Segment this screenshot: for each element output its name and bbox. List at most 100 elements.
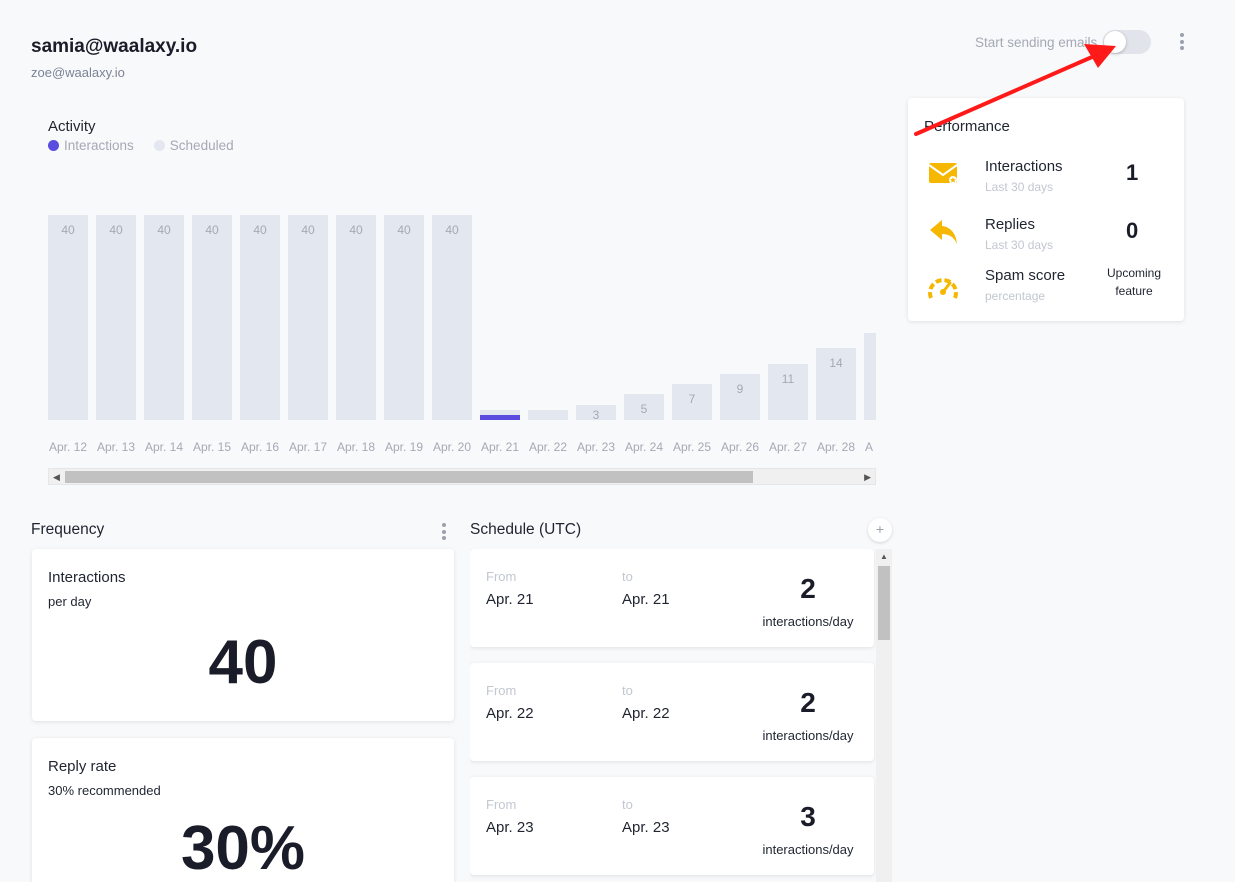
- schedule-item[interactable]: From Apr. 23 to Apr. 23 3 interactions/d…: [470, 777, 874, 875]
- perf-upcoming: Upcoming feature: [1106, 266, 1162, 298]
- x-tick-label: Apr. 19: [385, 440, 424, 454]
- interaction-count: 3: [800, 801, 816, 832]
- bar-data-label: 40: [445, 223, 459, 237]
- x-tick-label: Apr. 15: [193, 440, 232, 454]
- x-tick-label: Apr. 28: [817, 440, 856, 454]
- bar-column[interactable]: 14: [816, 215, 856, 420]
- bar-column[interactable]: 40: [48, 215, 88, 420]
- page-more-icon[interactable]: [1180, 33, 1184, 50]
- schedule-title: Schedule (UTC): [470, 521, 582, 538]
- frequency-card-reply-rate[interactable]: Reply rate 30% recommended 30%: [32, 738, 454, 882]
- perf-sub: Last 30 days: [985, 238, 1054, 252]
- x-tick-label: Apr. 16: [241, 440, 280, 454]
- to-value: Apr. 22: [622, 705, 670, 722]
- bar-scheduled: [336, 215, 376, 420]
- from-label: From: [486, 797, 517, 812]
- bar-column[interactable]: [480, 215, 520, 420]
- bar-column[interactable]: 40: [336, 215, 376, 420]
- account-email: samia@waalaxy.io: [31, 36, 198, 57]
- bar-data-label: 40: [205, 223, 219, 237]
- card-title: Interactions: [48, 569, 126, 586]
- bar-scheduled: [288, 215, 328, 420]
- bar-column[interactable]: 40: [96, 215, 136, 420]
- x-tick-label: Apr. 21: [481, 440, 520, 454]
- x-tick-label: Apr. 18: [337, 440, 376, 454]
- to-label: to: [622, 797, 633, 812]
- bar-column[interactable]: 40: [288, 215, 328, 420]
- add-schedule-button[interactable]: +: [868, 518, 892, 542]
- from-value: Apr. 22: [486, 705, 534, 722]
- to-value: Apr. 21: [622, 591, 670, 608]
- to-label: to: [622, 683, 633, 698]
- bar-data-label: 9: [736, 381, 744, 396]
- from-label: From: [486, 683, 517, 698]
- interaction-count: 2: [800, 573, 816, 604]
- perf-label: Interactions: [985, 158, 1063, 175]
- schedule-list: From Apr. 21 to Apr. 21 2 interactions/d…: [470, 549, 892, 882]
- bar-data-label: 40: [157, 223, 171, 237]
- x-tick-label: Apr. 12: [49, 440, 88, 454]
- perf-label: Replies: [985, 216, 1036, 233]
- card-title: Reply rate: [48, 758, 117, 775]
- bar-scheduled: [384, 215, 424, 420]
- mail-star-icon: [928, 163, 958, 184]
- scrollbar-thumb[interactable]: [878, 566, 890, 640]
- scrollbar-thumb[interactable]: [65, 471, 753, 483]
- schedule-item[interactable]: From Apr. 21 to Apr. 21 2 interactions/d…: [470, 549, 874, 647]
- bar-data-label: 40: [301, 223, 315, 237]
- count-unit: interactions/day: [762, 842, 854, 857]
- frequency-card-interactions[interactable]: Interactions per day 40: [32, 549, 454, 721]
- chart-horizontal-scrollbar[interactable]: ◀ ▶: [48, 468, 876, 485]
- bar-column[interactable]: 40: [144, 215, 184, 420]
- bar-scheduled: [432, 215, 472, 420]
- activity-title: Activity: [48, 118, 96, 135]
- bar-column[interactable]: 9: [720, 215, 760, 420]
- perf-sub: percentage: [985, 289, 1046, 303]
- bar-data-label: 11: [781, 371, 795, 386]
- bar-scheduled: [48, 215, 88, 420]
- bar-data-label: 40: [61, 223, 75, 237]
- bar-scheduled: [96, 215, 136, 420]
- bar-data-label: 14: [829, 356, 843, 371]
- bar-scheduled: [720, 373, 760, 420]
- bar-column[interactable]: 3: [576, 215, 616, 422]
- from-label: From: [486, 569, 517, 584]
- bar-interactions: [480, 414, 520, 420]
- bar-column[interactable]: 40: [432, 215, 472, 420]
- scroll-right-icon[interactable]: ▶: [864, 472, 871, 483]
- schedule-item[interactable]: From Apr. 22 to Apr. 22 2 interactions/d…: [470, 663, 874, 761]
- scroll-left-icon[interactable]: ◀: [53, 472, 60, 483]
- start-sending-toggle-group: Start sending emails: [975, 30, 1152, 54]
- x-tick-label: Apr. 14: [145, 440, 184, 454]
- speedometer-icon: [928, 278, 958, 299]
- perf-row-interactions: Interactions Last 30 days 1: [908, 158, 1184, 208]
- bar-column[interactable]: 5: [624, 215, 664, 420]
- bar-column[interactable]: 11: [768, 215, 808, 420]
- count-unit: interactions/day: [762, 728, 854, 743]
- bar-data-label: 40: [397, 223, 411, 237]
- to-value: Apr. 23: [622, 819, 670, 836]
- performance-title: Performance: [924, 118, 1010, 135]
- bar-scheduled: [192, 215, 232, 420]
- schedule-vertical-scrollbar[interactable]: ▲: [876, 549, 892, 882]
- bar-column[interactable]: 7: [672, 215, 712, 420]
- x-tick-label: Apr. 27: [769, 440, 808, 454]
- from-value: Apr. 21: [486, 591, 534, 608]
- bar-column[interactable]: [528, 215, 568, 420]
- bar-column[interactable]: 40: [240, 215, 280, 420]
- interaction-count: 2: [800, 687, 816, 718]
- frequency-more-icon[interactable]: [442, 523, 446, 540]
- card-value: 30%: [180, 814, 306, 882]
- bar-data-label: 5: [640, 402, 648, 417]
- bar-column[interactable]: 40: [384, 215, 424, 420]
- x-tick-label: Apr. 24: [625, 440, 664, 454]
- account-sub-email: zoe@waalaxy.io: [31, 65, 125, 80]
- bar-column[interactable]: 40: [192, 215, 232, 420]
- bar-column[interactable]: [864, 215, 876, 420]
- frequency-title: Frequency: [31, 521, 105, 538]
- x-tick-label: Apr. 20: [433, 440, 472, 454]
- start-sending-toggle[interactable]: [1103, 30, 1152, 54]
- bar-data-label: 40: [253, 223, 267, 237]
- scroll-up-icon[interactable]: ▲: [880, 552, 888, 561]
- perf-value: 0: [1126, 218, 1139, 243]
